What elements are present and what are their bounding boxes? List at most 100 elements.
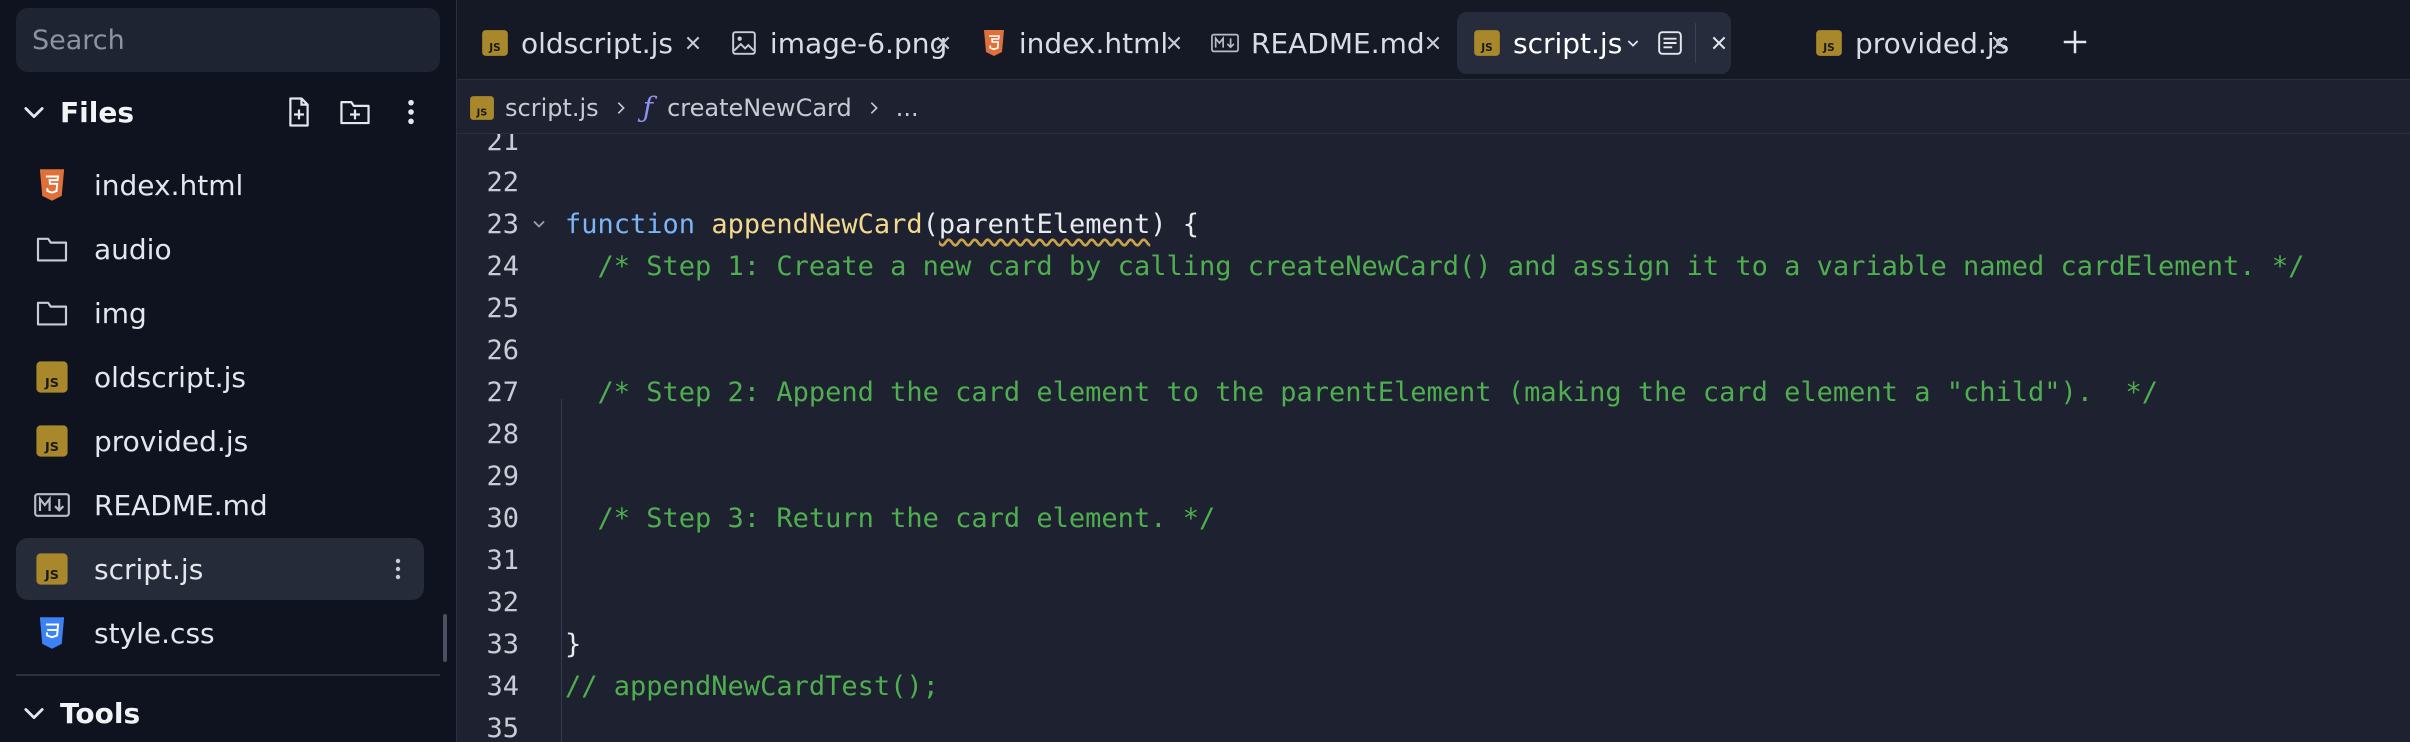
chevron-right-icon: [617, 101, 625, 114]
breadcrumb-symbol[interactable]: ƒ createNewCard: [643, 91, 852, 124]
line-number: 24: [486, 250, 519, 282]
close-icon[interactable]: [1708, 31, 1731, 55]
file-item-label: img: [94, 296, 147, 330]
js-file-icon: JS: [32, 421, 72, 461]
code-comment: // appendNewCardTest();: [565, 670, 939, 702]
file-item-img[interactable]: img: [16, 282, 424, 344]
file-item-oldscript-js[interactable]: JS oldscript.js: [16, 346, 424, 408]
html5-icon: [981, 29, 1007, 57]
file-item-style-css[interactable]: style.css: [16, 602, 424, 664]
sidebar: Search Files index.html audio img JS old…: [0, 0, 448, 742]
line-number: 25: [486, 292, 519, 324]
code-line: 32: [457, 581, 2410, 623]
chevron-down-icon[interactable]: [1622, 32, 1643, 54]
line-number: 26: [486, 334, 519, 366]
tab-script-js[interactable]: JS script.js: [1457, 12, 1731, 74]
code-line: 35: [457, 707, 2410, 742]
line-number: 33: [486, 628, 519, 660]
tab-label: script.js: [1513, 26, 1623, 60]
svg-text:JS: JS: [476, 107, 488, 118]
line-number: 34: [486, 670, 519, 702]
breadcrumb-more[interactable]: ...: [896, 94, 919, 122]
markdown-icon: [32, 485, 72, 525]
chevron-right-icon: [870, 101, 878, 114]
code-line: 27 /* Step 2: Append the card element to…: [457, 371, 2410, 413]
tab-label: oldscript.js: [521, 26, 673, 60]
chevron-down-icon[interactable]: [20, 699, 48, 727]
line-number: 31: [486, 544, 519, 576]
code-line: 26: [457, 329, 2410, 371]
fold-chevron-icon[interactable]: [529, 214, 549, 234]
code-line: 24 /* Step 1: Create a new card by calli…: [457, 245, 2410, 287]
tab-label: image-6.png: [769, 26, 948, 60]
file-item-readme-md[interactable]: README.md: [16, 474, 424, 536]
file-item-label: style.css: [94, 616, 215, 650]
new-folder-icon[interactable]: [338, 92, 372, 132]
html5-icon: [32, 165, 72, 205]
code-line: 31: [457, 539, 2410, 581]
new-tab-button[interactable]: [2057, 24, 2093, 60]
close-icon[interactable]: [681, 31, 705, 55]
file-options-icon[interactable]: [386, 549, 410, 589]
code-comment: /* Step 3: Return the card element. */: [565, 502, 1216, 534]
tab-label: provided.js: [1855, 26, 2010, 60]
file-item-label: README.md: [94, 488, 268, 522]
svg-text:JS: JS: [1822, 42, 1834, 54]
svg-text:JS: JS: [1480, 42, 1492, 54]
js-file-icon: JS: [32, 549, 72, 589]
line-number: 29: [486, 460, 519, 492]
line-number: 28: [486, 418, 519, 450]
code-text: }: [565, 628, 582, 660]
file-item-label: script.js: [94, 552, 204, 586]
markdown-icon: [1211, 29, 1239, 57]
tab-index-html[interactable]: index.html: [965, 12, 1185, 74]
breadcrumb-file[interactable]: JS script.js: [469, 94, 599, 122]
js-file-icon: JS: [1815, 29, 1843, 57]
tab-bar: JS oldscript.js image-6.png index.html R…: [457, 0, 2410, 80]
file-item-provided-js[interactable]: JS provided.js: [16, 410, 424, 472]
sidebar-scrollbar[interactable]: [443, 614, 447, 662]
tab-oldscript-js[interactable]: JS oldscript.js: [465, 12, 705, 74]
sidebar-divider: [16, 674, 440, 676]
line-number: 22: [486, 166, 519, 198]
image-icon: [731, 29, 758, 57]
search-input[interactable]: Search: [16, 8, 440, 72]
plus-icon: [2063, 30, 2087, 54]
more-options-icon[interactable]: [394, 92, 428, 132]
tab-label: README.md: [1251, 26, 1425, 60]
close-icon[interactable]: [932, 31, 955, 55]
editor-pane: JS oldscript.js image-6.png index.html R…: [456, 0, 2410, 742]
file-item-label: audio: [94, 232, 172, 266]
tab-provided-js[interactable]: JS provided.js: [1799, 12, 2009, 74]
close-icon[interactable]: [1163, 31, 1185, 55]
file-item-audio[interactable]: audio: [16, 218, 424, 280]
code-line: 28: [457, 413, 2410, 455]
outline-icon[interactable]: [1656, 28, 1685, 58]
svg-text:JS: JS: [44, 440, 59, 455]
tab-readme-md[interactable]: README.md: [1195, 12, 1445, 74]
folder-icon: [32, 229, 72, 269]
new-file-icon[interactable]: [282, 92, 316, 132]
file-item-label: oldscript.js: [94, 360, 246, 394]
svg-text:JS: JS: [44, 376, 59, 391]
code-line: 33 }: [457, 623, 2410, 665]
css3-icon: [32, 613, 72, 653]
file-item-label: index.html: [94, 168, 244, 202]
code-editor[interactable]: 21 22 23 function appendNewCard(parentEl…: [457, 134, 2410, 742]
breadcrumb-symbol-label: createNewCard: [667, 93, 852, 122]
code-comment: /* Step 1: Create a new card by calling …: [565, 250, 2305, 282]
code-line: 25: [457, 287, 2410, 329]
file-item-label: provided.js: [94, 424, 249, 458]
files-section-header[interactable]: Files: [0, 80, 448, 144]
close-icon[interactable]: [1989, 31, 2009, 55]
close-icon[interactable]: [1421, 31, 1445, 55]
tab-separator: [1694, 23, 1696, 63]
line-number: 21: [486, 134, 519, 157]
file-item-index-html[interactable]: index.html: [16, 154, 424, 216]
tools-section-header[interactable]: Tools: [0, 684, 448, 742]
breadcrumb: JS script.js ƒ createNewCard ...: [457, 82, 2410, 134]
file-item-script-js[interactable]: JS script.js: [16, 538, 424, 600]
tab-image-6-png[interactable]: image-6.png: [715, 12, 955, 74]
folder-icon: [32, 293, 72, 333]
chevron-down-icon[interactable]: [20, 98, 48, 126]
